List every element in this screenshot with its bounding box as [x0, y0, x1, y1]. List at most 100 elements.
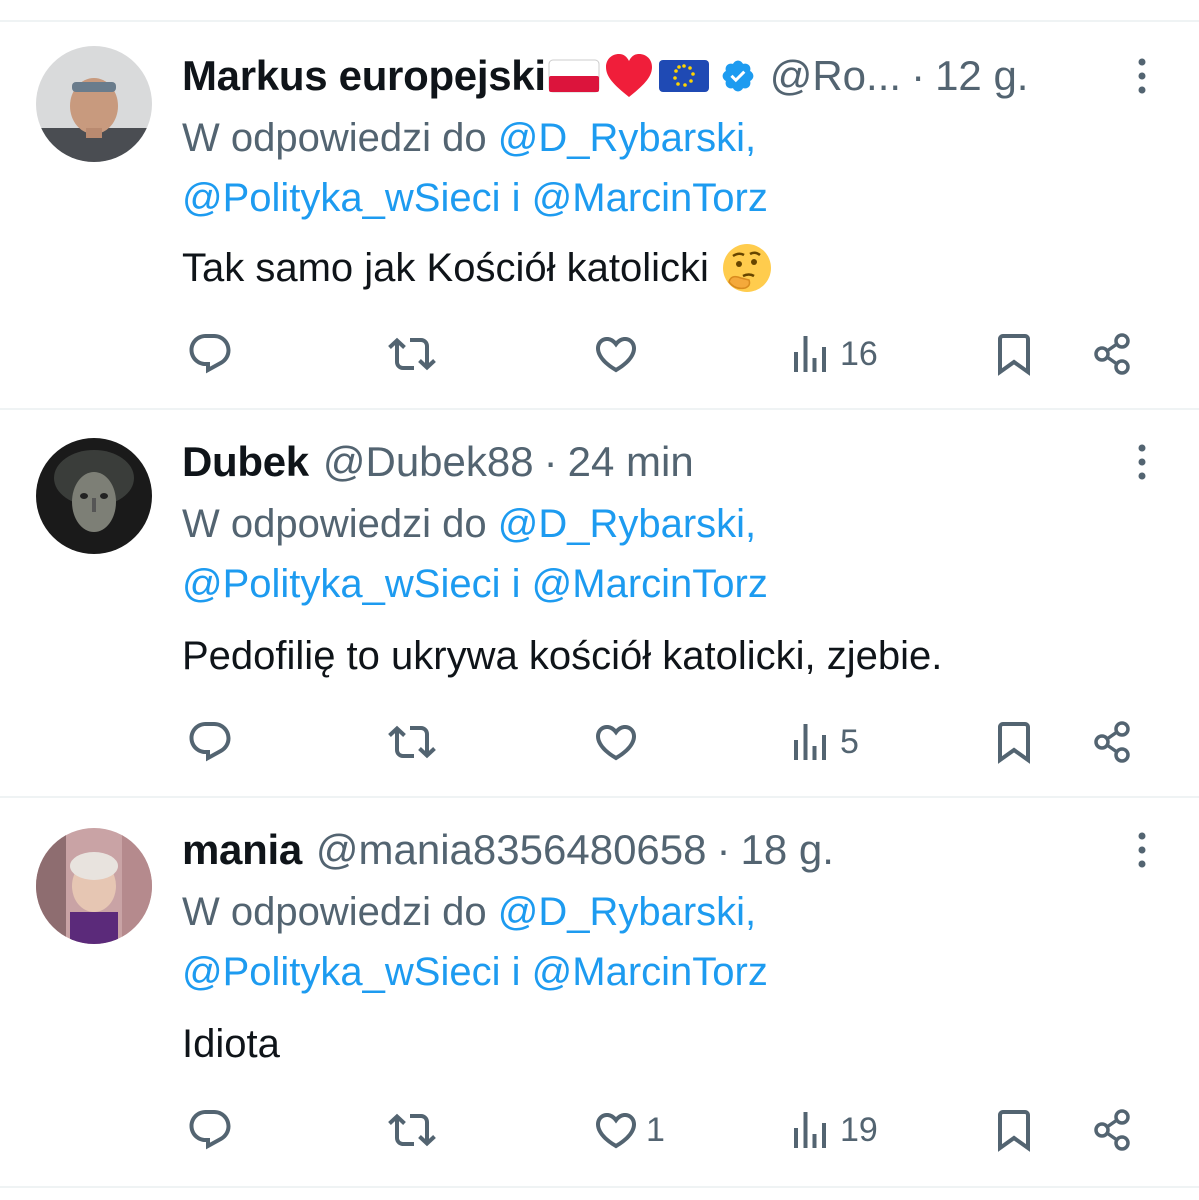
share-icon	[1094, 721, 1130, 763]
replying-to-cont: @Polityka_wSieci i @MarcinTorz	[182, 168, 768, 228]
more-icon	[1138, 444, 1146, 480]
tweet-text: Idiota	[182, 1014, 280, 1074]
more-options-button[interactable]	[1122, 56, 1162, 96]
like-icon	[595, 337, 637, 373]
mention-link[interactable]: @D_Rybarski,	[498, 502, 756, 546]
separator: ·	[543, 438, 558, 485]
bookmark-icon	[998, 722, 1030, 764]
mention-link[interactable]: @Polityka_wSieci	[182, 950, 501, 994]
retweet-button[interactable]	[388, 1100, 442, 1160]
like-button[interactable]	[592, 712, 646, 772]
avatar[interactable]	[36, 828, 152, 944]
replying-to-cont: @Polityka_wSieci i @MarcinTorz	[182, 554, 768, 614]
retweet-icon	[388, 337, 436, 371]
retweet-button[interactable]	[388, 324, 442, 384]
reply-icon	[189, 1110, 231, 1150]
more-options-button[interactable]	[1122, 442, 1162, 482]
timestamp[interactable]: 24 min	[568, 432, 694, 492]
mention-joiner: i	[511, 562, 521, 606]
share-button[interactable]	[1088, 712, 1136, 772]
views-count: 16	[840, 334, 878, 373]
more-icon	[1138, 58, 1146, 94]
tweet-divider	[0, 408, 1199, 410]
replying-to: W odpowiedzi do @D_Rybarski,	[182, 108, 756, 168]
tweet-header: Markus europejski @Ro... · 12 g.	[182, 46, 1028, 106]
avatar[interactable]	[36, 438, 152, 554]
mention-joiner: i	[511, 950, 521, 994]
user-handle[interactable]: @Ro...	[770, 46, 901, 106]
name-emoji	[548, 53, 710, 99]
action-bar: 16	[0, 324, 1199, 384]
views-button[interactable]: 5	[786, 712, 859, 772]
views-button[interactable]: 19	[786, 1100, 878, 1160]
separator: ·	[716, 826, 731, 873]
tweet-text-content: Tak samo jak Kościół katolicki	[182, 246, 709, 290]
replying-to-label: W odpowiedzi do	[182, 890, 487, 934]
tweet-text: Tak samo jak Kościół katolicki	[182, 238, 773, 298]
reply-tweet[interactable]: Markus europejski @Ro... · 12 g. W odpow…	[0, 46, 1199, 406]
share-button[interactable]	[1088, 1100, 1136, 1160]
user-handle[interactable]: @mania8356480658	[316, 820, 707, 880]
more-icon	[1138, 832, 1146, 868]
like-button[interactable]: 1	[592, 1100, 665, 1160]
tweet-header: mania @mania8356480658 · 18 g.	[182, 820, 834, 880]
top-divider	[0, 20, 1199, 22]
mention-link[interactable]: @D_Rybarski,	[498, 890, 756, 934]
reply-icon	[189, 334, 231, 374]
display-name[interactable]: Dubek	[182, 432, 309, 492]
display-name[interactable]: mania	[182, 820, 302, 880]
mention-joiner: i	[511, 176, 521, 220]
avatar[interactable]	[36, 46, 152, 162]
retweet-icon	[388, 1113, 436, 1147]
replying-to-label: W odpowiedzi do	[182, 116, 487, 160]
like-button[interactable]	[592, 324, 646, 384]
reply-button[interactable]	[186, 324, 240, 384]
verified-badge-icon	[722, 60, 754, 92]
reply-tweet[interactable]: mania @mania8356480658 · 18 g. W odpowie…	[0, 820, 1199, 1180]
bookmark-button[interactable]	[990, 324, 1038, 384]
bookmark-button[interactable]	[990, 712, 1038, 772]
replying-to-cont: @Polityka_wSieci i @MarcinTorz	[182, 942, 768, 1002]
separator: ·	[911, 52, 926, 99]
mention-link[interactable]: @MarcinTorz	[532, 562, 768, 606]
action-bar: 5	[0, 712, 1199, 772]
share-icon	[1094, 333, 1130, 375]
like-icon	[595, 725, 637, 761]
bottom-divider	[0, 1186, 1199, 1188]
bookmark-button[interactable]	[990, 1100, 1038, 1160]
reply-tweet[interactable]: Dubek @Dubek88 · 24 min W odpowiedzi do …	[0, 432, 1199, 792]
reply-button[interactable]	[186, 1100, 240, 1160]
share-icon	[1094, 1109, 1130, 1151]
thinking-face-icon	[722, 244, 771, 292]
mention-link[interactable]: @MarcinTorz	[532, 950, 768, 994]
tweet-text-content: Idiota	[182, 1022, 280, 1066]
timestamp[interactable]: 12 g.	[935, 46, 1028, 106]
more-options-button[interactable]	[1122, 830, 1162, 870]
mention-link[interactable]: @D_Rybarski,	[498, 116, 756, 160]
user-handle[interactable]: @Dubek88	[323, 432, 534, 492]
views-icon	[794, 1112, 826, 1148]
display-name[interactable]: Markus europejski	[182, 46, 546, 106]
retweet-button[interactable]	[388, 712, 442, 772]
tweet-header: Dubek @Dubek88 · 24 min	[182, 432, 694, 492]
tweet-text: Pedofilię to ukrywa kościół katolicki, z…	[182, 626, 942, 686]
mention-link[interactable]: @Polityka_wSieci	[182, 562, 501, 606]
like-count: 1	[646, 1110, 665, 1149]
mention-link[interactable]: @Polityka_wSieci	[182, 176, 501, 220]
replying-to: W odpowiedzi do @D_Rybarski,	[182, 494, 756, 554]
timestamp[interactable]: 18 g.	[741, 820, 834, 880]
views-icon	[794, 336, 826, 372]
views-icon	[794, 724, 826, 760]
bookmark-icon	[998, 1110, 1030, 1152]
replying-to: W odpowiedzi do @D_Rybarski,	[182, 882, 756, 942]
views-count: 5	[840, 722, 859, 761]
reply-button[interactable]	[186, 712, 240, 772]
share-button[interactable]	[1088, 324, 1136, 384]
eu-flag-icon	[658, 60, 709, 92]
views-button[interactable]: 16	[786, 324, 878, 384]
views-count: 19	[840, 1110, 878, 1149]
mention-link[interactable]: @MarcinTorz	[532, 176, 768, 220]
tweet-divider	[0, 796, 1199, 798]
like-icon	[595, 1113, 637, 1149]
heart-emoji-icon	[605, 54, 652, 97]
